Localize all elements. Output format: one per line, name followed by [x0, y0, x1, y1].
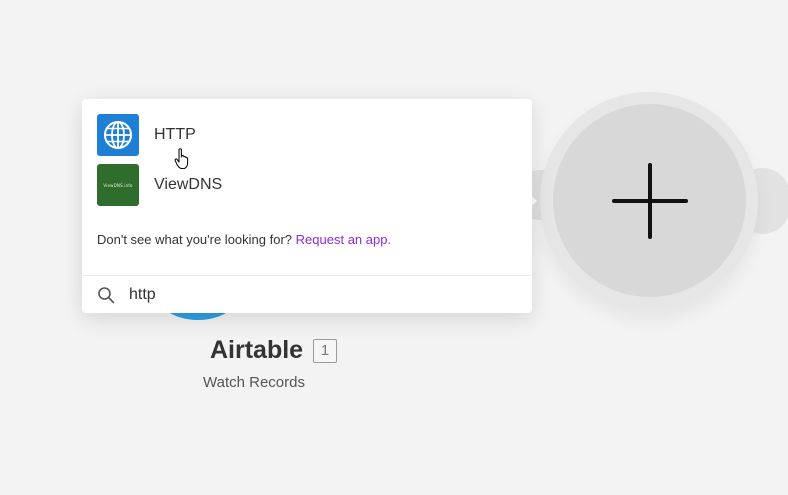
viewdns-logo: ViewDNS.info: [103, 182, 133, 188]
add-module-button[interactable]: [553, 104, 746, 297]
module-title: Airtable 1: [210, 336, 338, 365]
module-badge: 1: [313, 338, 338, 363]
result-item-viewdns[interactable]: ViewDNS.info ViewDNS: [97, 164, 222, 206]
hint-text: Don't see what you're looking for?: [97, 232, 293, 247]
viewdns-app-icon: ViewDNS.info: [97, 164, 139, 206]
search-bar: [82, 275, 532, 313]
module-name: Airtable: [210, 336, 304, 364]
result-label-viewdns: ViewDNS: [154, 176, 223, 193]
request-app-link[interactable]: Request an app.: [296, 232, 391, 247]
result-label-http: HTTP: [154, 126, 196, 143]
http-app-icon: [97, 114, 139, 156]
plus-icon: [611, 162, 688, 239]
module-action: Watch Records: [203, 374, 305, 391]
request-app-hint: Don't see what you're looking for? Reque…: [97, 232, 391, 247]
app-search-popup: HTTP ViewDNS.info ViewDNS Don't see what…: [82, 99, 532, 313]
search-input[interactable]: [129, 282, 509, 307]
globe-icon: [104, 121, 132, 149]
hand-cursor-icon: [174, 148, 189, 170]
scenario-canvas: Airtable 1 Watch Records HTTP ViewDNS.in…: [0, 0, 788, 495]
search-icon: [98, 286, 115, 303]
